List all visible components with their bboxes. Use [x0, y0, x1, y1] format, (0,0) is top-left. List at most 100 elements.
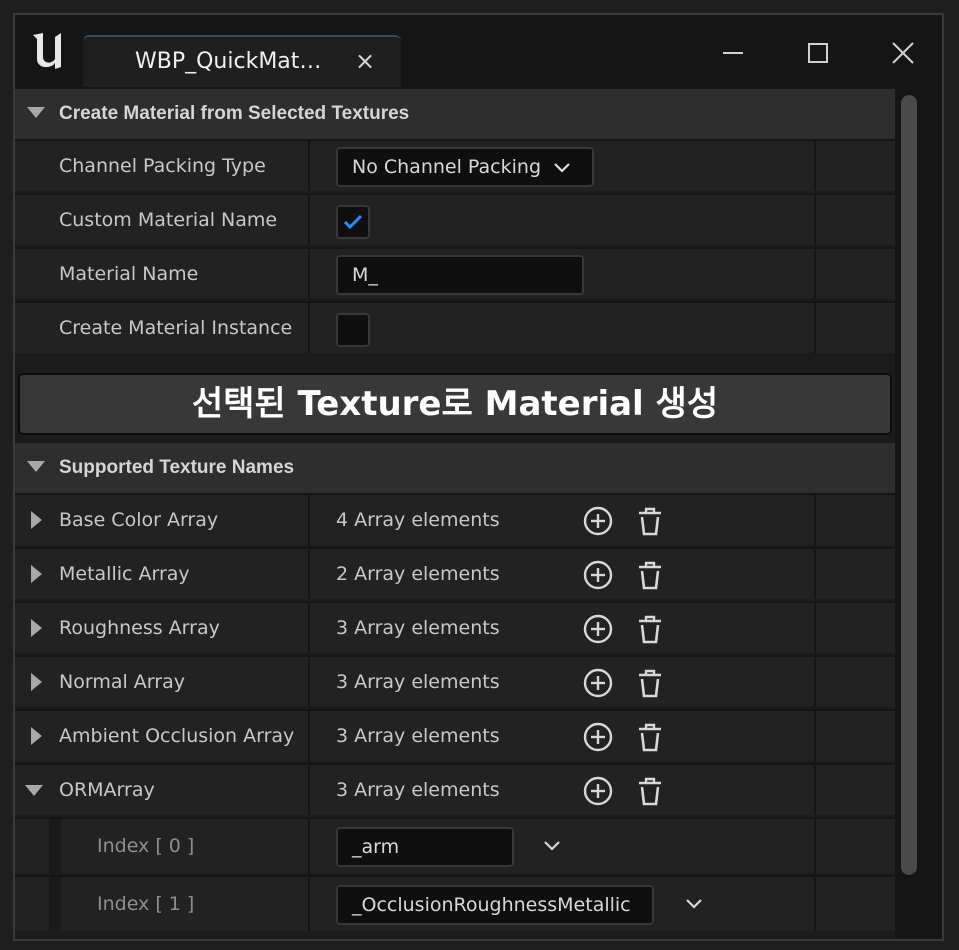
channel-packing-dropdown[interactable]: No Channel Packing: [336, 147, 594, 187]
value-cell: [312, 195, 816, 245]
category-title: Supported Texture Names: [59, 457, 295, 478]
collapse-arrow-icon[interactable]: [27, 107, 45, 118]
name-cell: Base Color Array: [15, 495, 310, 545]
create-instance-checkbox[interactable]: [336, 313, 370, 347]
value-cell: _OcclusionRoughnessMetallic: [312, 877, 816, 931]
value-cell: 3 Array elements: [312, 657, 816, 707]
array-count: 2 Array elements: [336, 563, 500, 585]
chevron-down-icon[interactable]: [542, 839, 562, 853]
chevron-down-icon[interactable]: [684, 897, 704, 911]
property-channel-packing: Channel Packing Type No Channel Packing: [15, 139, 895, 191]
title-bar[interactable]: WBP_QuickMat… ×: [15, 15, 942, 87]
array-count: 3 Array elements: [336, 725, 500, 747]
name-cell: Channel Packing Type: [15, 141, 310, 191]
add-element-icon[interactable]: [582, 667, 614, 699]
collapse-arrow-icon[interactable]: [25, 785, 43, 796]
element-value-input[interactable]: _OcclusionRoughnessMetallic: [336, 885, 654, 925]
input-value: _arm: [352, 836, 400, 858]
array-label: ORMArray: [59, 779, 155, 801]
property-label: Create Material Instance: [59, 317, 293, 339]
add-element-icon[interactable]: [582, 775, 614, 807]
array-row: Base Color Array 4 Array elements: [15, 493, 895, 545]
property-material-name: Material Name M_: [15, 247, 895, 299]
name-cell: Index [ 0 ]: [15, 819, 310, 873]
trash-icon[interactable]: [634, 505, 666, 537]
expand-arrow-icon[interactable]: [31, 565, 42, 583]
custom-name-checkbox[interactable]: [336, 205, 370, 239]
name-cell: Index [ 1 ]: [15, 877, 310, 931]
array-count: 4 Array elements: [336, 509, 500, 531]
element-index-label: Index [ 0 ]: [97, 835, 195, 857]
trash-icon[interactable]: [634, 667, 666, 699]
chevron-down-icon: [554, 163, 570, 173]
name-cell: ORMArray: [15, 765, 310, 815]
add-element-icon[interactable]: [582, 613, 614, 645]
collapse-arrow-icon[interactable]: [27, 461, 45, 472]
value-cell: 3 Array elements: [312, 603, 816, 653]
trash-icon[interactable]: [634, 721, 666, 753]
checkmark-icon: [343, 214, 363, 230]
add-element-icon[interactable]: [582, 505, 614, 537]
array-label: Base Color Array: [59, 509, 219, 531]
trash-icon[interactable]: [634, 559, 666, 591]
tab-close-icon[interactable]: ×: [355, 47, 375, 75]
array-count: 3 Array elements: [336, 671, 500, 693]
value-cell: M_: [312, 249, 816, 299]
value-cell: 3 Array elements: [312, 711, 816, 761]
dropdown-value: No Channel Packing: [352, 156, 541, 178]
create-material-button[interactable]: 선택된 Texture로 Material 생성: [18, 373, 892, 435]
indent-bar: [49, 819, 61, 873]
input-value: M_: [352, 264, 378, 286]
name-cell: Create Material Instance: [15, 303, 310, 353]
trash-icon[interactable]: [634, 775, 666, 807]
array-count: 3 Array elements: [336, 617, 500, 639]
element-value-input[interactable]: _arm: [336, 827, 514, 867]
array-label: Roughness Array: [59, 617, 220, 639]
details-panel: Create Material from Selected Textures C…: [15, 89, 895, 939]
trash-icon[interactable]: [634, 613, 666, 645]
close-icon[interactable]: [885, 35, 921, 71]
name-cell: Normal Array: [15, 657, 310, 707]
value-cell: _arm: [312, 819, 816, 873]
expand-arrow-icon[interactable]: [31, 673, 42, 691]
property-create-material-instance: Create Material Instance: [15, 301, 895, 353]
array-row: Normal Array 3 Array elements: [15, 655, 895, 707]
array-element-row: Index [ 1 ] _OcclusionRoughnessMetallic: [15, 875, 895, 931]
category-title: Create Material from Selected Textures: [59, 103, 410, 124]
expand-arrow-icon[interactable]: [31, 727, 42, 745]
indent-bar: [49, 877, 61, 931]
value-cell: No Channel Packing: [312, 141, 816, 191]
expand-arrow-icon[interactable]: [31, 619, 42, 637]
maximize-icon[interactable]: [800, 35, 836, 71]
array-row-orm: ORMArray 3 Array elements: [15, 763, 895, 815]
name-cell: Roughness Array: [15, 603, 310, 653]
array-row: Roughness Array 3 Array elements: [15, 601, 895, 653]
add-element-icon[interactable]: [582, 721, 614, 753]
array-row: Metallic Array 2 Array elements: [15, 547, 895, 599]
tab-title: WBP_QuickMat…: [135, 49, 322, 74]
name-cell: Ambient Occlusion Array: [15, 711, 310, 761]
name-cell: Custom Material Name: [15, 195, 310, 245]
category-create-material[interactable]: Create Material from Selected Textures: [15, 89, 895, 139]
name-cell: Metallic Array: [15, 549, 310, 599]
array-count: 3 Array elements: [336, 779, 500, 801]
array-label: Ambient Occlusion Array: [59, 725, 295, 747]
array-row: Ambient Occlusion Array 3 Array elements: [15, 709, 895, 761]
property-label: Channel Packing Type: [59, 155, 266, 177]
input-value: _OcclusionRoughnessMetallic: [352, 894, 631, 916]
add-element-icon[interactable]: [582, 559, 614, 591]
value-cell: [312, 303, 816, 353]
array-label: Metallic Array: [59, 563, 190, 585]
editor-window: WBP_QuickMat… × Create Material from Sel…: [13, 13, 944, 941]
document-tab[interactable]: WBP_QuickMat… ×: [83, 35, 401, 87]
value-cell: 4 Array elements: [312, 495, 816, 545]
minimize-icon[interactable]: [715, 35, 751, 71]
array-element-row: Index [ 0 ] _arm: [15, 817, 895, 873]
scrollbar-thumb[interactable]: [901, 95, 917, 875]
array-label: Normal Array: [59, 671, 185, 693]
property-custom-material-name: Custom Material Name: [15, 193, 895, 245]
expand-arrow-icon[interactable]: [31, 511, 42, 529]
material-name-input[interactable]: M_: [336, 255, 584, 295]
category-supported-texture-names[interactable]: Supported Texture Names: [15, 443, 895, 493]
name-cell: Material Name: [15, 249, 310, 299]
